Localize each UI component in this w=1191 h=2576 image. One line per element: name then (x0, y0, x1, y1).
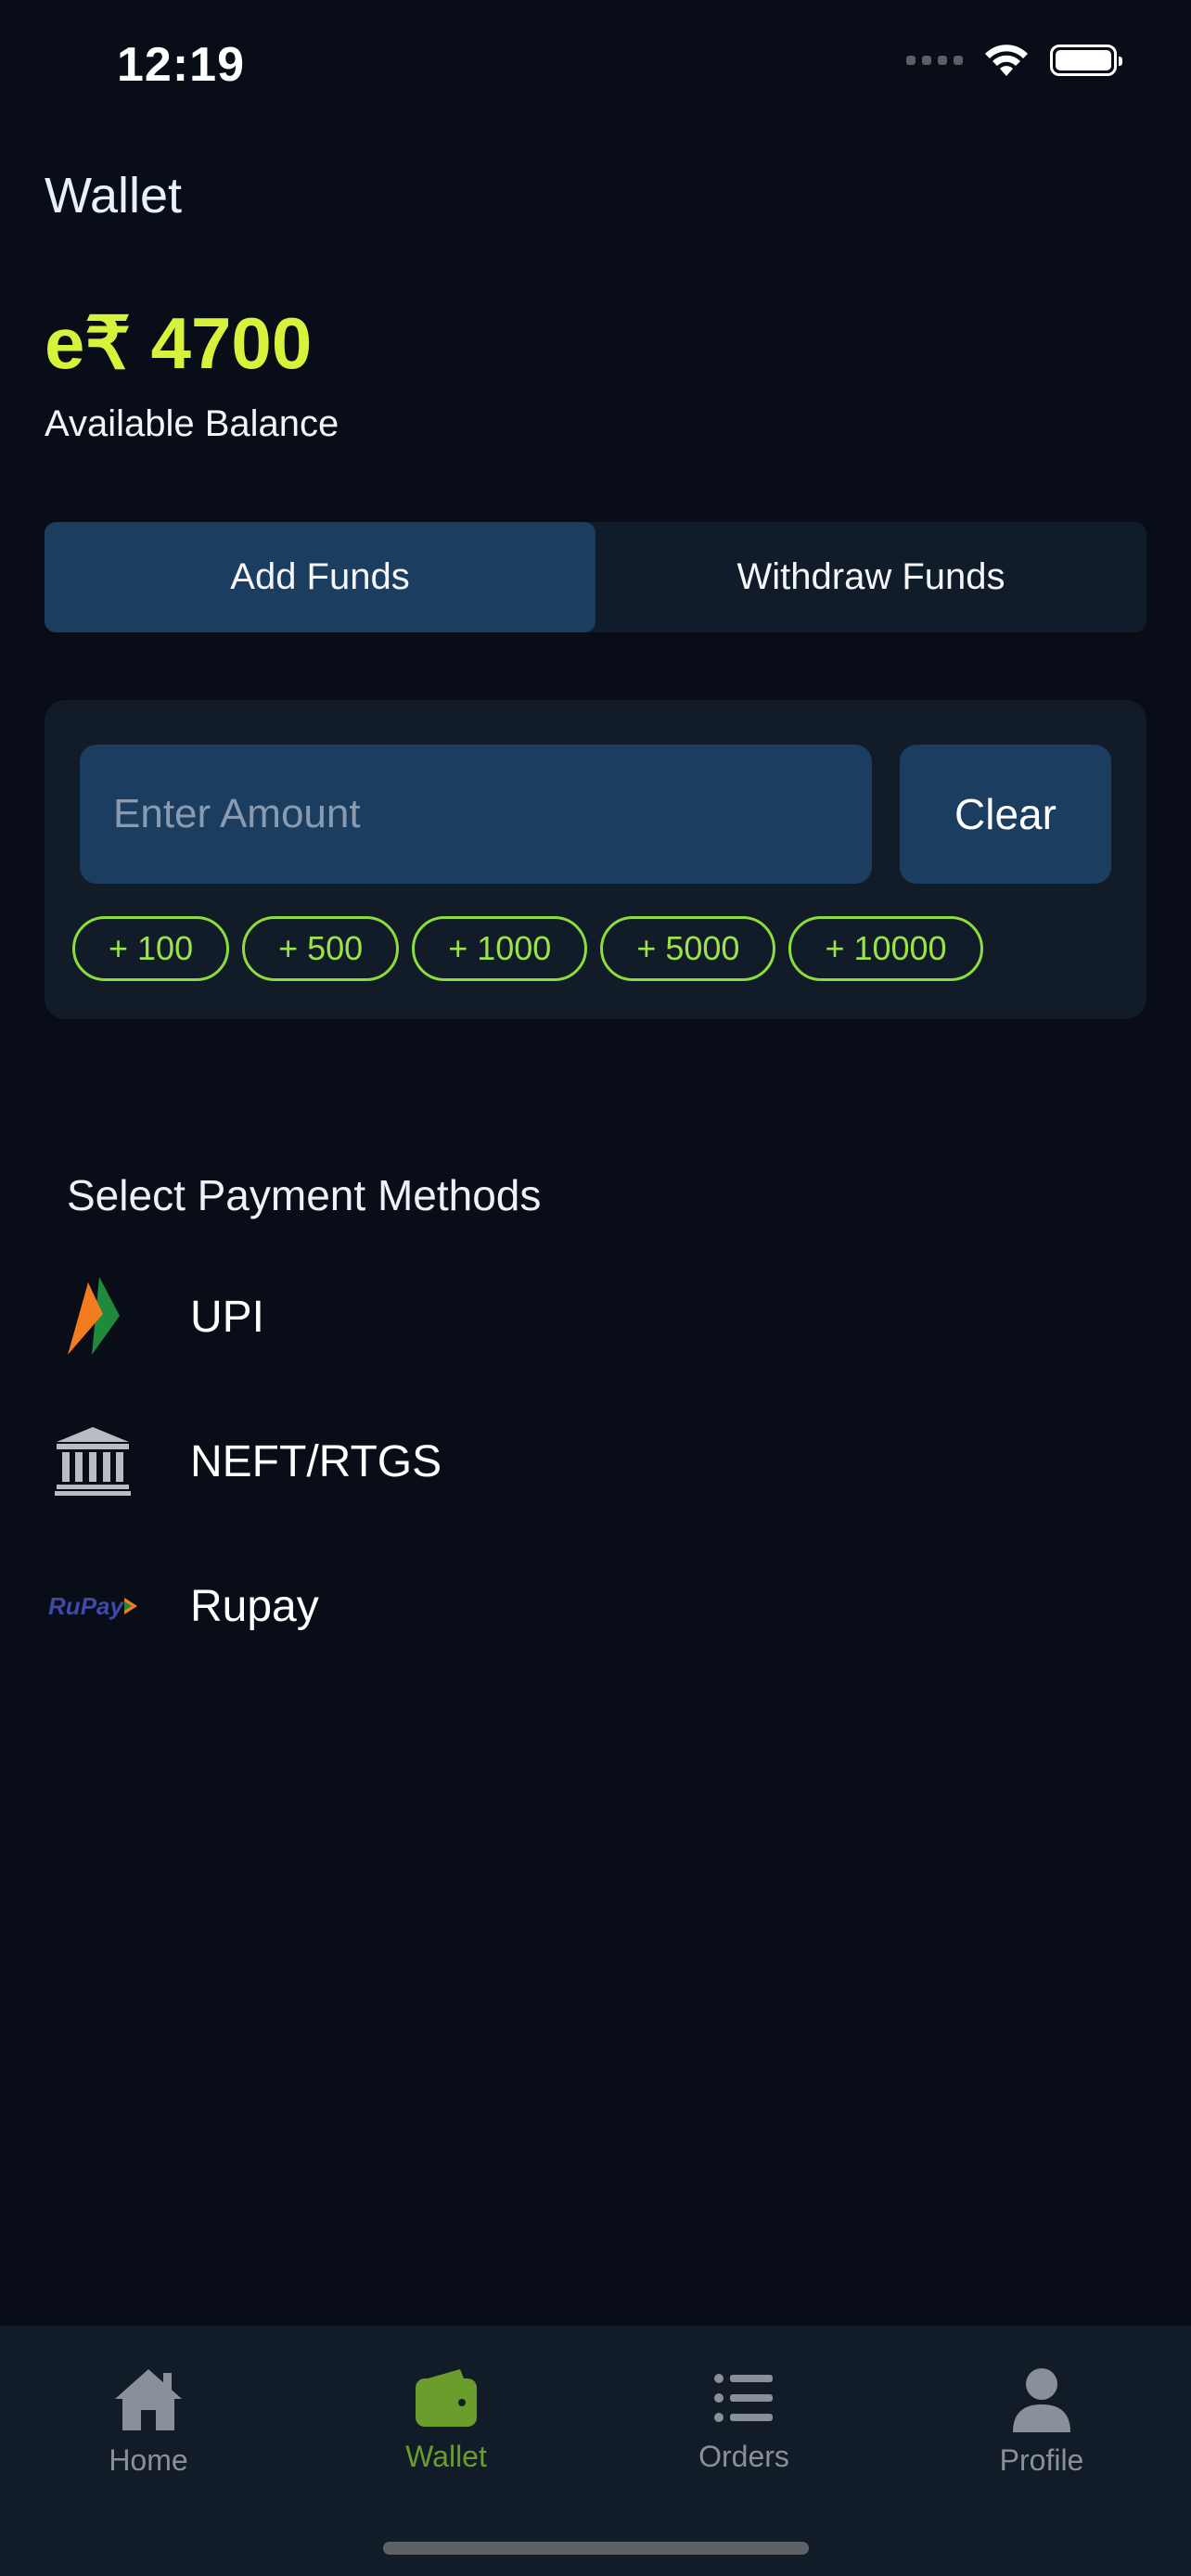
nav-item-wallet[interactable]: Wallet (353, 2367, 539, 2474)
payment-methods-title: Select Payment Methods (67, 1171, 542, 1219)
tab-add-funds[interactable]: Add Funds (45, 522, 596, 632)
payment-method-label: Rupay (190, 1581, 319, 1631)
quick-amount-chip-1000[interactable]: + 1000 (412, 916, 588, 981)
status-icons (906, 43, 1122, 78)
home-indicator (383, 2542, 809, 2555)
person-icon (1013, 2368, 1070, 2432)
payment-method-neft-rtgs[interactable]: NEFT/RTGS (37, 1406, 1132, 1517)
nav-item-profile[interactable]: Profile (949, 2367, 1134, 2478)
quick-amount-chip-10000[interactable]: + 10000 (788, 916, 983, 981)
nav-label: Home (109, 2443, 188, 2477)
amount-input[interactable] (80, 745, 872, 884)
wifi-icon (985, 45, 1028, 76)
payment-method-rupay[interactable]: RuPay Rupay (37, 1550, 1132, 1662)
status-time: 12:19 (117, 38, 245, 92)
home-icon (115, 2369, 182, 2430)
amount-card: Clear + 100 + 500 + 1000 + 5000 + 10000 (45, 700, 1146, 1019)
nav-label: Orders (698, 2440, 789, 2473)
nav-label: Wallet (405, 2440, 487, 2473)
quick-amount-chips: + 100 + 500 + 1000 + 5000 + 10000 (72, 916, 983, 981)
fund-tabs: Add Funds Withdraw Funds (45, 522, 1146, 632)
balance-label: Available Balance (45, 403, 339, 444)
payment-method-upi[interactable]: UPI (37, 1261, 1132, 1372)
nav-item-home[interactable]: Home (56, 2367, 241, 2478)
clear-button[interactable]: Clear (900, 745, 1111, 884)
nav-item-orders[interactable]: Orders (651, 2367, 837, 2474)
payment-method-label: NEFT/RTGS (190, 1436, 442, 1486)
cellular-signal-icon (906, 56, 963, 65)
quick-amount-chip-5000[interactable]: + 5000 (600, 916, 776, 981)
wallet-icon (416, 2369, 477, 2427)
payment-method-label: UPI (190, 1292, 265, 1342)
rupay-logo-text: RuPay (48, 1591, 123, 1620)
upi-logo-icon (37, 1270, 148, 1363)
page-title: Wallet (45, 168, 183, 223)
quick-amount-chip-500[interactable]: + 500 (242, 916, 400, 981)
tab-withdraw-funds[interactable]: Withdraw Funds (596, 522, 1146, 632)
balance-amount: e₹ 4700 (45, 302, 313, 384)
nav-label: Profile (999, 2443, 1084, 2477)
bank-icon (37, 1415, 148, 1508)
battery-icon (1050, 45, 1122, 76)
rupay-logo-icon: RuPay (37, 1560, 148, 1652)
quick-amount-chip-100[interactable]: + 100 (72, 916, 230, 981)
list-icon (714, 2374, 773, 2422)
bottom-nav: Home Wallet Orders Profile (0, 2326, 1191, 2576)
